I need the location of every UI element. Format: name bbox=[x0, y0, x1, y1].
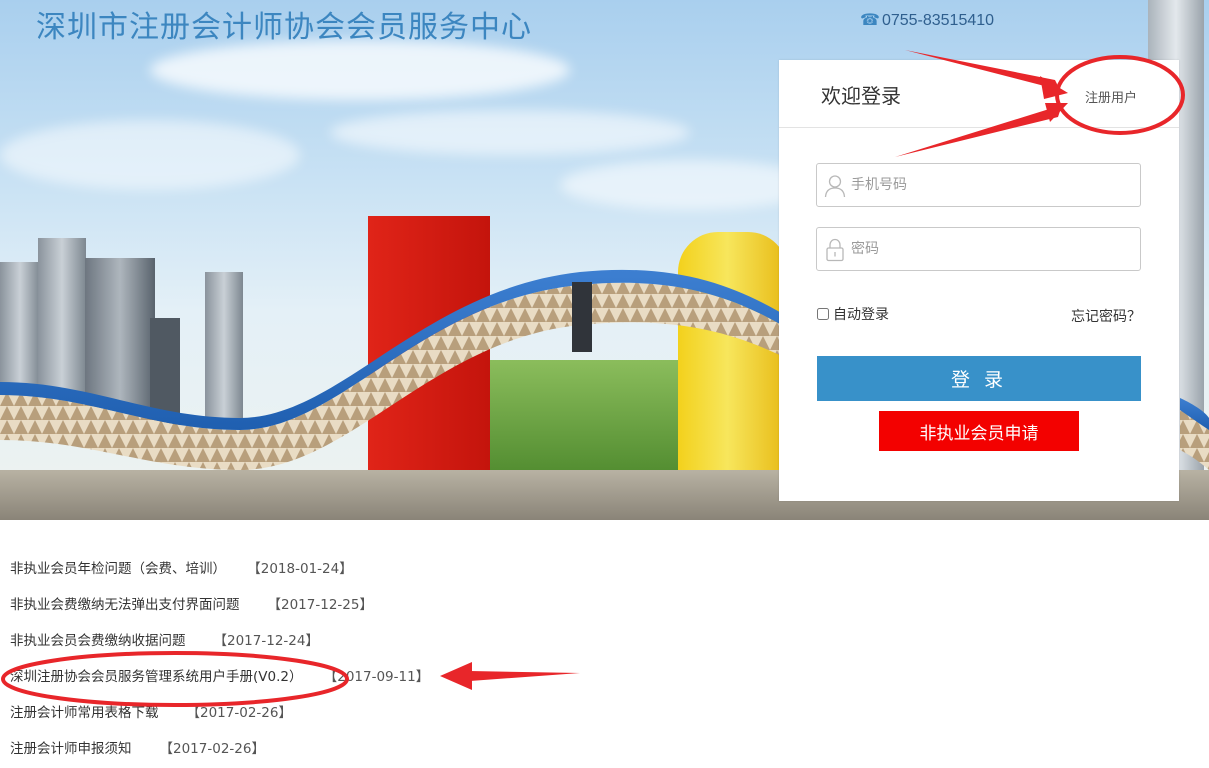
forgot-password-link[interactable]: 忘记密码？ bbox=[1071, 306, 1141, 326]
news-title[interactable]: 注册会计师常用表格下载 bbox=[10, 705, 159, 721]
news-date: 【2017-02-26】 bbox=[159, 741, 265, 757]
news-date: 【2017-12-25】 bbox=[267, 597, 373, 613]
lock-icon bbox=[826, 238, 844, 262]
telephone-icon: ☎ bbox=[860, 12, 880, 29]
auto-login-label: 自动登录 bbox=[833, 307, 889, 323]
news-item[interactable]: 深圳注册协会会员服务管理系统用户手册(V0.2） 【2017-09-11】 bbox=[10, 659, 710, 695]
news-date: 【2018-01-24】 bbox=[254, 561, 353, 577]
news-item[interactable]: 非执业会费缴纳无法弹出支付界面问题 【2017-12-25】 bbox=[10, 587, 710, 623]
auto-login-checkbox[interactable] bbox=[817, 308, 829, 320]
phone-field[interactable] bbox=[816, 163, 1141, 207]
news-title[interactable]: 深圳注册协会会员服务管理系统用户手册(V0.2） bbox=[10, 669, 302, 685]
news-item[interactable]: 注册会计师申报须知 【2017-02-26】 bbox=[10, 731, 710, 767]
user-icon bbox=[824, 175, 846, 198]
news-title[interactable]: 注册会计师申报须知 bbox=[10, 741, 132, 757]
login-header: 欢迎登录 注册用户 bbox=[779, 60, 1179, 128]
news-date: 【2017-12-24】 bbox=[213, 633, 319, 649]
news-item[interactable]: 注册会计师常用表格下载 【2017-02-26】 bbox=[10, 695, 710, 731]
password-input[interactable] bbox=[851, 228, 1136, 270]
phone-number: 0755-83515410 bbox=[881, 12, 995, 29]
news-date: 【2017-02-26】 bbox=[186, 705, 292, 721]
news-item[interactable]: 非执业会员年检问题（会费、培训） 【2018-01-24】 bbox=[10, 551, 710, 587]
news-date: 【2017-09-11】 bbox=[330, 669, 430, 685]
login-panel: 欢迎登录 注册用户 自动登录 忘记密码？ 登 录 非执业会员申请 bbox=[779, 60, 1179, 501]
login-button[interactable]: 登 录 bbox=[817, 356, 1141, 401]
password-field[interactable] bbox=[816, 227, 1141, 271]
news-title[interactable]: 非执业会员会费缴纳收据问题 bbox=[10, 633, 186, 649]
login-title: 欢迎登录 bbox=[821, 84, 901, 108]
register-user-link[interactable]: 注册用户 bbox=[1085, 87, 1137, 106]
contact-phone: ☎ 0755-83515410 bbox=[860, 10, 994, 30]
news-item[interactable]: 非执业会员会费缴纳收据问题 【2017-12-24】 bbox=[10, 623, 710, 659]
phone-input[interactable] bbox=[851, 164, 1136, 206]
news-title[interactable]: 非执业会员年检问题（会费、培训） bbox=[10, 561, 226, 577]
non-practicing-member-apply-button[interactable]: 非执业会员申请 bbox=[879, 411, 1079, 451]
auto-login-option[interactable]: 自动登录 bbox=[817, 304, 889, 324]
site-title: 深圳市注册会计师协会会员服务中心 bbox=[36, 10, 532, 45]
news-list: 非执业会员年检问题（会费、培训） 【2018-01-24】 非执业会费缴纳无法弹出… bbox=[10, 551, 710, 767]
news-title[interactable]: 非执业会费缴纳无法弹出支付界面问题 bbox=[10, 597, 240, 613]
